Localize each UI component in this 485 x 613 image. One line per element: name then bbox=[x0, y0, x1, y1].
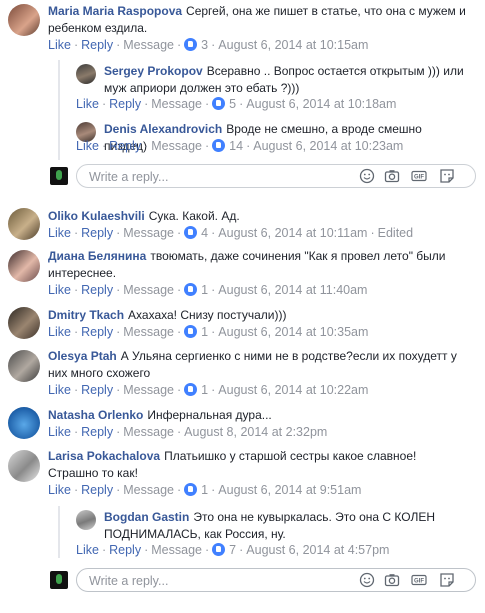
avatar[interactable] bbox=[8, 250, 40, 282]
like-link[interactable]: Like bbox=[76, 139, 99, 153]
camera-icon[interactable] bbox=[384, 572, 400, 588]
timestamp[interactable]: August 6, 2014 at 10:23am bbox=[253, 139, 403, 153]
like-link[interactable]: Like bbox=[48, 38, 71, 52]
like-count[interactable]: 3 bbox=[201, 38, 208, 52]
like-reaction-icon[interactable] bbox=[184, 226, 198, 239]
timestamp[interactable]: August 6, 2014 at 10:11am bbox=[218, 226, 367, 240]
emoji-icon[interactable] bbox=[359, 168, 375, 184]
avatar[interactable] bbox=[8, 307, 40, 339]
reply-link[interactable]: Reply bbox=[81, 383, 113, 397]
comment-text: Инфернальная дура... bbox=[147, 408, 272, 422]
like-count[interactable]: 5 bbox=[229, 97, 236, 111]
gif-icon[interactable]: GIF bbox=[411, 168, 427, 184]
like-count[interactable]: 1 bbox=[201, 383, 208, 397]
like-count[interactable]: 7 bbox=[229, 543, 236, 557]
avatar[interactable] bbox=[8, 208, 40, 240]
timestamp[interactable]: August 6, 2014 at 11:40am bbox=[218, 283, 367, 297]
avatar[interactable] bbox=[8, 450, 40, 482]
message-link[interactable]: Message bbox=[151, 139, 202, 153]
like-count[interactable]: 1 bbox=[201, 325, 208, 339]
sticker-icon[interactable] bbox=[439, 168, 455, 184]
like-link[interactable]: Like bbox=[76, 543, 99, 557]
message-link[interactable]: Message bbox=[123, 425, 174, 439]
like-link[interactable]: Like bbox=[48, 283, 71, 297]
comment-author[interactable]: Bogdan Gastin bbox=[104, 510, 189, 524]
like-count[interactable]: 1 bbox=[201, 283, 208, 297]
comment-author[interactable]: Olesya Ptah bbox=[48, 349, 117, 363]
like-link[interactable]: Like bbox=[48, 383, 71, 397]
message-link[interactable]: Message bbox=[123, 483, 174, 497]
svg-text:GIF: GIF bbox=[414, 579, 424, 585]
reply-link[interactable]: Reply bbox=[81, 226, 113, 240]
avatar[interactable] bbox=[8, 407, 40, 439]
sticker-icon[interactable] bbox=[439, 572, 455, 588]
timestamp[interactable]: August 6, 2014 at 10:35am bbox=[218, 325, 368, 339]
gif-icon[interactable]: GIF bbox=[411, 572, 427, 588]
comment-author[interactable]: Larisa Pokachalova bbox=[48, 449, 160, 463]
avatar[interactable] bbox=[76, 64, 96, 84]
message-link[interactable]: Message bbox=[123, 283, 174, 297]
like-reaction-icon[interactable] bbox=[184, 38, 198, 51]
comment-author[interactable]: Диана Белянина bbox=[48, 249, 146, 263]
message-link[interactable]: Message bbox=[151, 543, 202, 557]
edited-label[interactable]: Edited bbox=[378, 226, 413, 240]
comment-author[interactable]: Sergey Prokopov bbox=[104, 64, 203, 78]
comment-author[interactable]: Oliko Kulaeshvili bbox=[48, 209, 145, 223]
like-link[interactable]: Like bbox=[48, 425, 71, 439]
like-reaction-icon[interactable] bbox=[184, 483, 198, 496]
reply-box[interactable]: GIF bbox=[76, 568, 476, 592]
comment-text: Ахахаха! Снизу постучали))) bbox=[128, 308, 287, 322]
comment-text: Сука. Какой. Ад. bbox=[148, 209, 240, 223]
reply-box[interactable]: GIF bbox=[76, 164, 476, 188]
thread-line bbox=[58, 60, 60, 160]
like-link[interactable]: Like bbox=[48, 483, 71, 497]
timestamp[interactable]: August 8, 2014 at 2:32pm bbox=[184, 425, 327, 439]
like-link[interactable]: Like bbox=[48, 325, 71, 339]
current-user-avatar bbox=[50, 167, 68, 185]
reply-link[interactable]: Reply bbox=[81, 483, 113, 497]
message-link[interactable]: Message bbox=[123, 226, 174, 240]
timestamp[interactable]: August 6, 2014 at 10:18am bbox=[246, 97, 396, 111]
like-reaction-icon[interactable] bbox=[184, 325, 198, 338]
avatar[interactable] bbox=[8, 350, 40, 382]
current-user-avatar bbox=[50, 571, 68, 589]
reply-link[interactable]: Reply bbox=[109, 97, 141, 111]
message-link[interactable]: Message bbox=[123, 325, 174, 339]
comment-author[interactable]: Natasha Orlenko bbox=[48, 408, 143, 422]
avatar[interactable] bbox=[76, 510, 96, 530]
like-count[interactable]: 14 bbox=[229, 139, 243, 153]
message-link[interactable]: Message bbox=[151, 97, 202, 111]
avatar[interactable] bbox=[8, 4, 40, 36]
like-reaction-icon[interactable] bbox=[184, 283, 198, 296]
like-link[interactable]: Like bbox=[48, 226, 71, 240]
reply-link[interactable]: Reply bbox=[81, 38, 113, 52]
reply-input[interactable] bbox=[87, 168, 311, 186]
reply-link[interactable]: Reply bbox=[109, 139, 141, 153]
timestamp[interactable]: August 6, 2014 at 4:57pm bbox=[246, 543, 389, 557]
reply-link[interactable]: Reply bbox=[81, 425, 113, 439]
like-reaction-icon[interactable] bbox=[212, 97, 226, 110]
comment-author[interactable]: Denis Alexandrovich bbox=[104, 122, 222, 136]
message-link[interactable]: Message bbox=[123, 383, 174, 397]
like-reaction-icon[interactable] bbox=[184, 383, 198, 396]
timestamp[interactable]: August 6, 2014 at 9:51am bbox=[218, 483, 361, 497]
comment-author[interactable]: Maria Maria Raspopova bbox=[48, 4, 182, 18]
timestamp[interactable]: August 6, 2014 at 10:15am bbox=[218, 38, 368, 52]
reply-input[interactable] bbox=[87, 572, 311, 590]
like-reaction-icon[interactable] bbox=[212, 139, 226, 152]
reply-link[interactable]: Reply bbox=[81, 283, 113, 297]
svg-text:GIF: GIF bbox=[414, 175, 424, 181]
thread-line bbox=[58, 506, 60, 558]
emoji-icon[interactable] bbox=[359, 572, 375, 588]
like-count[interactable]: 4 bbox=[201, 226, 208, 240]
reply-link[interactable]: Reply bbox=[109, 543, 141, 557]
reply-link[interactable]: Reply bbox=[81, 325, 113, 339]
comment-author[interactable]: Dmitry Tkach bbox=[48, 308, 124, 322]
like-link[interactable]: Like bbox=[76, 97, 99, 111]
like-count[interactable]: 1 bbox=[201, 483, 208, 497]
like-reaction-icon[interactable] bbox=[212, 543, 226, 556]
timestamp[interactable]: August 6, 2014 at 10:22am bbox=[218, 383, 368, 397]
message-link[interactable]: Message bbox=[123, 38, 174, 52]
camera-icon[interactable] bbox=[384, 168, 400, 184]
